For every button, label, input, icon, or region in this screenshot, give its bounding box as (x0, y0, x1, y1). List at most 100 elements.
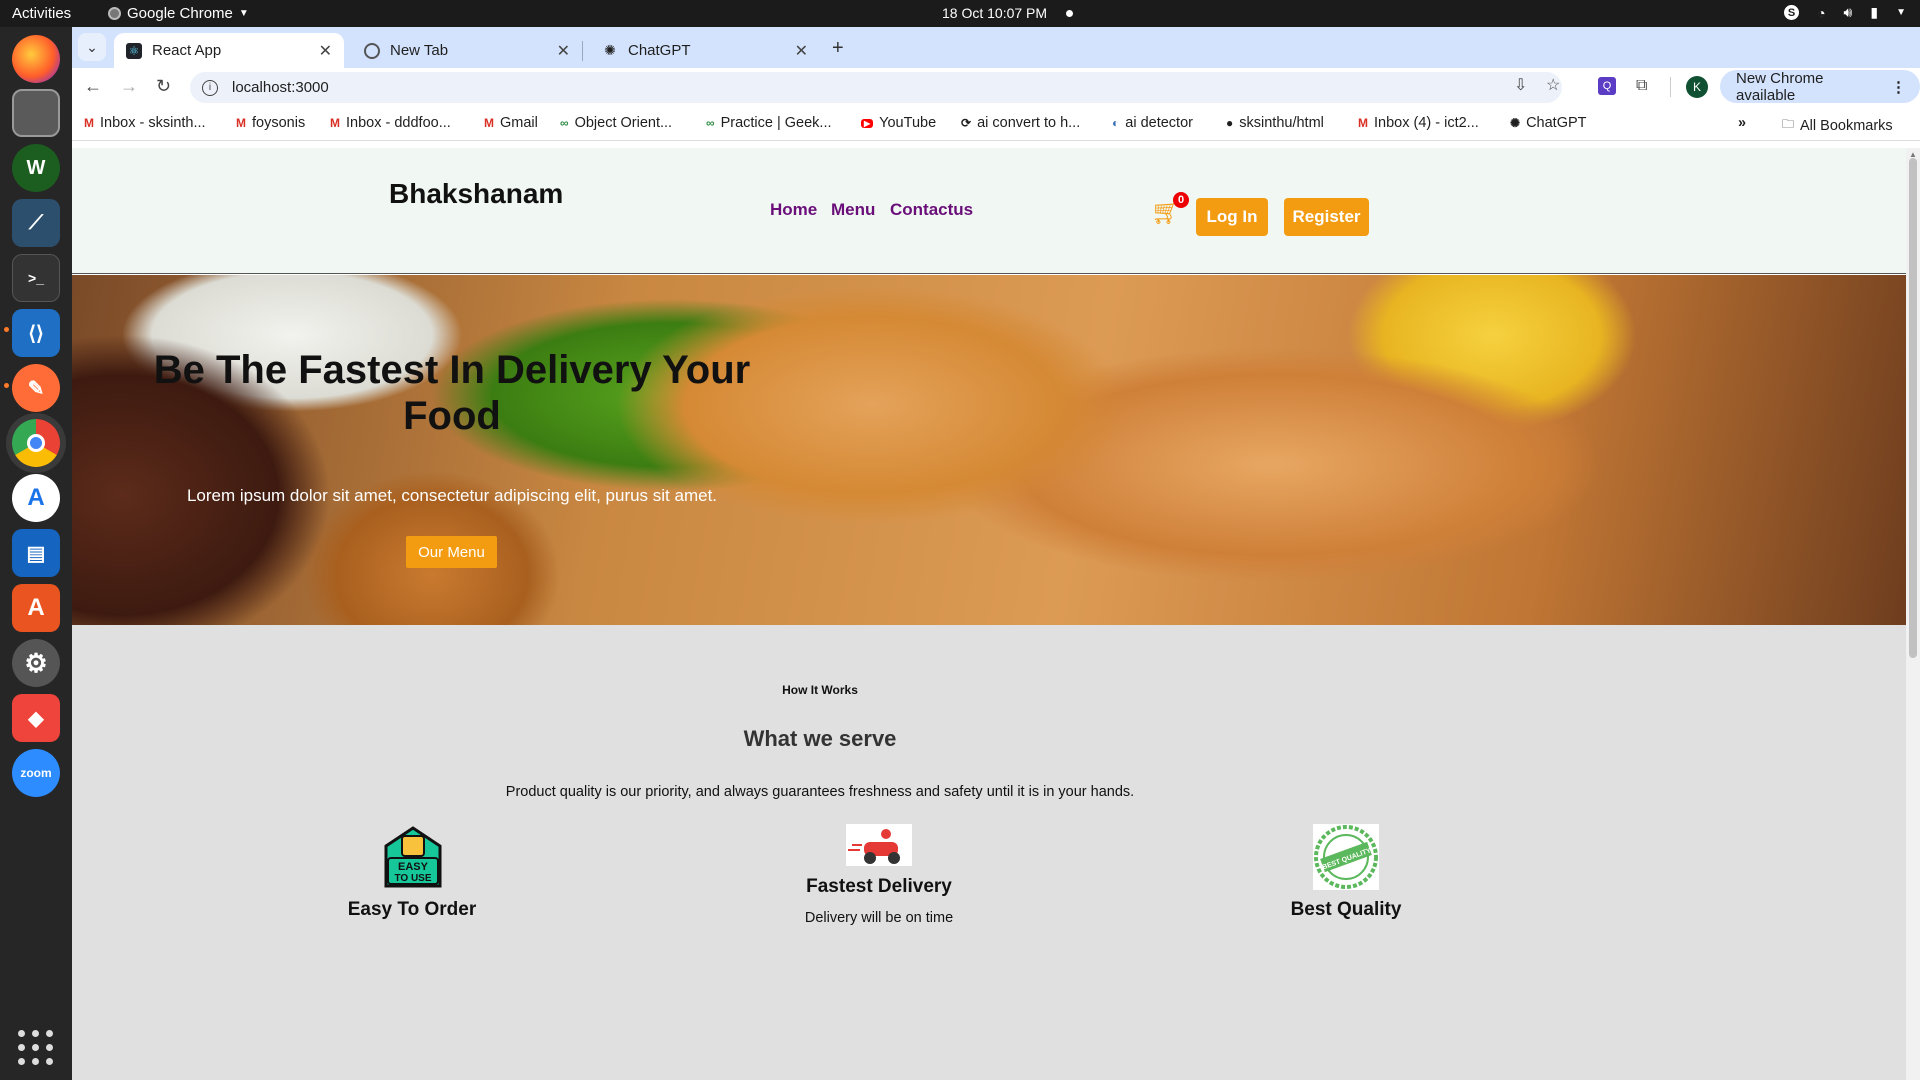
page-viewport: Bhakshanam Home Menu Contactus 🛒︎ 0 Log … (72, 148, 1906, 1080)
url-input[interactable] (232, 79, 1432, 96)
tab-title: New Tab (390, 42, 449, 59)
feature-title: Fastest Delivery (806, 876, 952, 897)
volume-icon[interactable]: 🔊︎ (1844, 4, 1853, 21)
show-apps-grid-icon[interactable] (18, 1030, 54, 1066)
page-scrollbar[interactable]: ▲ (1906, 148, 1920, 1080)
files-icon[interactable] (12, 89, 60, 137)
gmail-icon: M (84, 116, 94, 130)
browser-window: ⌄ ⚛ React App ✕ New Tab ✕ ✺ ChatGPT ✕ + … (72, 27, 1920, 1080)
close-tab-icon[interactable]: ✕ (319, 41, 332, 61)
nav-link-contactus[interactable]: Contactus (890, 200, 973, 220)
activities-button[interactable]: Activities (12, 5, 71, 22)
close-tab-icon[interactable]: ✕ (557, 41, 570, 61)
folder-icon: 🗀 (1782, 117, 1795, 131)
bookmark-item[interactable]: M Gmail (484, 115, 538, 131)
anydesk-icon[interactable]: ◆ (12, 694, 60, 742)
tab-chatgpt[interactable]: ✺ ChatGPT ✕ (590, 33, 820, 68)
bookmark-label: Object Orient... (574, 115, 673, 131)
gmail-icon: M (330, 116, 340, 130)
terminal-icon[interactable]: >_ (12, 254, 60, 302)
mysql-workbench-icon[interactable]: ⟋ (12, 199, 60, 247)
back-arrow-icon[interactable]: ← (84, 76, 102, 97)
bookmark-item[interactable]: Mfoysonis (236, 115, 305, 131)
bookmark-item[interactable]: ▶ YouTube (861, 115, 936, 131)
chrome-icon[interactable] (12, 419, 60, 467)
cart-count-badge: 0 (1173, 192, 1189, 208)
bookmark-item[interactable]: ✺ ChatGPT (1510, 115, 1587, 131)
bookmark-label: ai convert to h... (977, 115, 1081, 131)
scrollbar-thumb[interactable] (1909, 158, 1917, 658)
our-menu-button[interactable]: Our Menu (406, 536, 497, 568)
install-app-icon[interactable]: ⇩ (1514, 75, 1527, 95)
writer-icon[interactable]: ▤ (12, 529, 60, 577)
feature-description: Delivery will be on time (804, 910, 954, 926)
tab-new-tab[interactable]: New Tab ✕ (352, 33, 582, 68)
postman-icon[interactable]: ✎ (12, 364, 60, 412)
new-chrome-available-button[interactable]: New Chrome available ⋮ (1720, 70, 1920, 104)
bookmark-item[interactable]: M Inbox (4) - ict2... (1358, 115, 1479, 131)
battery-icon[interactable]: ▮ (1870, 4, 1878, 21)
svg-text:EASY: EASY (398, 861, 429, 873)
feature-best-quality: Best Quality (1246, 899, 1446, 921)
app-menu[interactable]: Google Chrome ▼ (108, 5, 249, 22)
nav-link-menu[interactable]: Menu (831, 200, 875, 220)
bookmark-item[interactable]: ● sksinthu/html (1226, 115, 1324, 131)
gmail-icon: M (1358, 116, 1368, 130)
skype-icon[interactable]: S (1784, 5, 1800, 20)
more-bookmarks-chevron-icon[interactable]: » (1738, 115, 1746, 131)
close-tab-icon[interactable]: ✕ (795, 41, 808, 61)
settings-icon[interactable]: ⚙ (12, 639, 60, 687)
bookmark-label: sksinthu/html (1239, 115, 1324, 131)
tab-search-chevron-icon[interactable]: ⌄ (78, 33, 106, 61)
extensions-puzzle-icon[interactable]: ⧉ (1636, 77, 1647, 95)
bookmark-star-icon[interactable]: ☆ (1546, 75, 1560, 95)
nav-link-home[interactable]: Home (770, 200, 817, 220)
address-bar[interactable]: i (190, 72, 1562, 103)
ubuntu-software-icon[interactable]: A (12, 584, 60, 632)
site-brand[interactable]: Bhakshanam (389, 178, 563, 210)
caret-down-icon: ▼ (238, 8, 249, 19)
zoom-icon[interactable]: zoom (12, 749, 60, 797)
firefox-icon[interactable] (12, 35, 60, 83)
profile-avatar[interactable]: K (1686, 76, 1708, 98)
site-info-icon[interactable]: i (202, 79, 218, 96)
bookmark-label: Practice | Geek... (720, 115, 832, 131)
feature-easy-to-order: Easy To Order (312, 899, 512, 921)
forward-arrow-icon[interactable]: → (120, 76, 138, 97)
wifi-icon[interactable]: ◔ (1817, 5, 1825, 21)
delivery-scooter-icon (846, 824, 912, 866)
system-tray[interactable]: S ◔ 🔊︎ ▮ ▼ (1784, 4, 1906, 21)
bookmark-label: Inbox - dddfoo... (346, 115, 451, 131)
new-tab-plus-icon[interactable]: + (832, 37, 844, 60)
bookmark-label: ai detector (1125, 115, 1193, 131)
all-bookmarks-button[interactable]: 🗀 All Bookmarks (1782, 115, 1893, 136)
kebab-menu-icon[interactable]: ⋮ (1891, 78, 1906, 96)
whatsapp-icon[interactable]: W (12, 144, 60, 192)
gmail-icon: M (236, 116, 246, 130)
bookmark-item[interactable]: M Inbox - dddfoo... (330, 115, 451, 131)
bookmark-label: YouTube (879, 115, 937, 131)
hero-banner: Be The Fastest In Delivery Your Food Lor… (72, 275, 1906, 625)
bookmark-item[interactable]: ∞ Practice | Geek... (706, 115, 832, 131)
chrome-favicon-icon (364, 42, 380, 59)
clock[interactable]: 18 Oct 10:07 PM (942, 5, 1047, 21)
tab-react-app[interactable]: ⚛ React App ✕ (114, 33, 344, 68)
extension-q-icon[interactable]: Q (1598, 77, 1616, 95)
app-center-a-icon[interactable]: A (12, 474, 60, 522)
register-button[interactable]: Register (1284, 198, 1369, 236)
bookmark-item[interactable]: ◐ ai detector (1112, 115, 1193, 131)
section-title: What we serve (743, 726, 897, 751)
bookmark-item[interactable]: M Inbox - sksinth... (84, 115, 206, 131)
toolbar-divider (1670, 77, 1671, 97)
power-menu-caret-icon[interactable]: ▼ (1896, 7, 1906, 18)
section-eyebrow: How It Works (782, 683, 858, 697)
vscode-icon[interactable]: ⟨⟩ (12, 309, 60, 357)
how-it-works-section: How It Works What we serve Product quali… (72, 625, 1906, 1080)
chrome-small-icon (108, 7, 121, 20)
github-icon: ● (1226, 116, 1234, 130)
bookmark-item[interactable]: ∞ Object Orient... (560, 115, 672, 131)
login-button[interactable]: Log In (1196, 198, 1268, 236)
reload-icon[interactable]: ↻ (156, 76, 171, 97)
gmail-icon: M (484, 116, 494, 130)
bookmark-item[interactable]: ⟳ ai convert to h... (961, 115, 1080, 131)
